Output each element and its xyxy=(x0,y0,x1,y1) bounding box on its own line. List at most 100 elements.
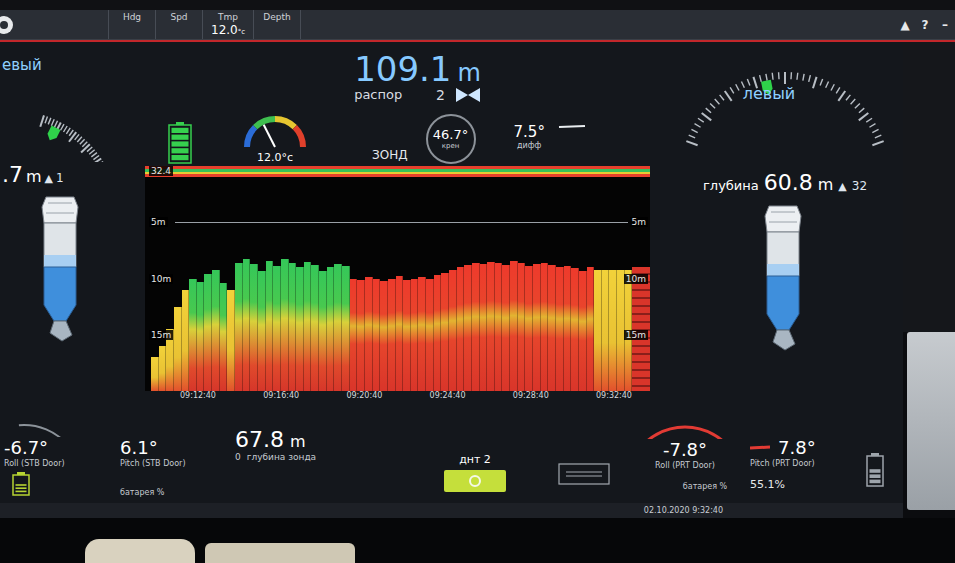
echo-column xyxy=(220,283,228,391)
display: евый.7m▲1109.1mраспор212.0°cЗОНД46.7°кре… xyxy=(0,42,903,518)
bowtie-icon xyxy=(455,87,481,103)
echo-column xyxy=(541,263,549,391)
battery-label: батарея % xyxy=(643,482,727,491)
echo-fill xyxy=(380,281,388,391)
echo-fill xyxy=(357,280,365,391)
echo-fill xyxy=(365,277,373,391)
sonde-label: ЗОНД xyxy=(372,148,408,164)
echo-column xyxy=(525,266,533,391)
echo-column xyxy=(357,280,365,391)
logo-icon[interactable] xyxy=(0,10,22,39)
echo-fill xyxy=(579,271,587,391)
pitch-label: Pitch (PRT Door) xyxy=(750,459,860,468)
alarm-count: 32 xyxy=(852,179,867,193)
echo-fill xyxy=(487,262,495,391)
echo-fill xyxy=(220,283,228,391)
echo-column xyxy=(480,264,488,391)
echo-fill xyxy=(189,279,197,392)
echo-column xyxy=(266,261,274,392)
help-icon[interactable]: ? xyxy=(915,10,935,39)
echo-fill xyxy=(548,265,556,391)
top-bar-value: 12.0 xyxy=(211,23,238,37)
stb-battery-icon xyxy=(12,472,30,496)
echo-column xyxy=(258,271,266,391)
battery-fill xyxy=(172,128,189,160)
minimize-icon[interactable]: – xyxy=(935,10,955,39)
echo-fill xyxy=(457,267,465,391)
depth-unit: m xyxy=(290,432,306,451)
echo-fill xyxy=(403,280,411,391)
echo-column xyxy=(449,270,457,392)
top-bar-value-wrap: 12.0°c xyxy=(211,23,245,37)
spread-unit: m xyxy=(457,59,480,87)
echo-column xyxy=(388,279,396,392)
echo-column xyxy=(495,263,503,391)
echo-fill xyxy=(533,264,541,391)
echo-fill xyxy=(342,266,350,391)
prt-roll-arc xyxy=(625,423,745,439)
echo-fill xyxy=(472,263,480,391)
status-bar: 02.10.2020 9:32:40 xyxy=(0,503,903,518)
stb-door-icon xyxy=(32,193,88,343)
echogram[interactable]: 32.45m10m15m5m10m15m xyxy=(145,166,650,391)
sonde-depth: 67.8m xyxy=(235,423,400,452)
channel-button[interactable] xyxy=(444,470,506,492)
time-tick: 09:24:40 xyxy=(430,391,466,405)
echogram-plot xyxy=(145,166,650,391)
channel-icon xyxy=(468,474,482,488)
echo-fill xyxy=(564,266,572,391)
echo-column xyxy=(365,277,373,391)
time-tick: 09:20:40 xyxy=(346,391,382,405)
battery-fill xyxy=(870,469,881,483)
top-bar-item[interactable]: Tmp12.0°c xyxy=(202,10,253,39)
echo-column xyxy=(472,263,480,391)
echo-fill xyxy=(319,271,327,391)
echo-fill xyxy=(327,267,335,391)
echo-fill xyxy=(571,268,579,391)
echo-column xyxy=(319,271,327,391)
second-monitor xyxy=(903,42,955,518)
time-tick: 09:16:40 xyxy=(263,391,299,405)
stb-gauge: евый xyxy=(0,42,140,162)
alarm-icon: ▲ xyxy=(45,172,53,185)
echo-column xyxy=(464,265,472,391)
top-bar-item[interactable]: Spd xyxy=(155,10,202,39)
echo-fill xyxy=(411,279,419,392)
alert-icon[interactable]: ▲ xyxy=(895,10,915,39)
echo-column xyxy=(571,268,579,391)
echo-column xyxy=(311,265,319,391)
echo-column xyxy=(273,266,281,391)
depth-zero: 0 xyxy=(235,452,241,462)
pitch-value: 6.1° xyxy=(120,437,215,459)
top-bar-item[interactable]: Depth xyxy=(253,10,300,39)
temperature: 12.0°c xyxy=(257,151,293,164)
display-box-icon[interactable] xyxy=(558,463,610,485)
spread-value: 109.1 xyxy=(354,52,451,86)
top-bar-item[interactable]: Hdg xyxy=(108,10,155,39)
echo-column xyxy=(396,276,404,391)
roll-label: Roll (STB Door) xyxy=(4,459,120,468)
echo-fill xyxy=(418,277,426,391)
door-title: левый xyxy=(655,84,903,103)
roll-value: -6.7° xyxy=(4,437,120,459)
trim-readout: 7.5°дифф xyxy=(514,123,545,164)
echo-column xyxy=(174,307,182,391)
sonde-battery-icon xyxy=(168,122,192,164)
main-panel: евый.7m▲1109.1mраспор212.0°cЗОНД46.7°кре… xyxy=(0,42,903,423)
depth-tick: 10m xyxy=(149,274,173,284)
echo-fill xyxy=(334,264,342,391)
echo-column xyxy=(502,265,510,391)
echo-column xyxy=(212,270,220,392)
echo-fill xyxy=(243,259,251,391)
echo-column xyxy=(159,346,167,391)
top-bar-label: Depth xyxy=(263,12,290,23)
logo-icon xyxy=(0,15,20,35)
echo-fill xyxy=(541,263,549,391)
monitor-bezel xyxy=(0,518,955,563)
echo-fill xyxy=(197,282,205,391)
echo-column xyxy=(204,274,212,391)
roll-value: 46.7° xyxy=(433,128,468,142)
echo-column xyxy=(403,280,411,391)
echo-column xyxy=(564,266,572,391)
trim-line-icon xyxy=(557,124,587,130)
